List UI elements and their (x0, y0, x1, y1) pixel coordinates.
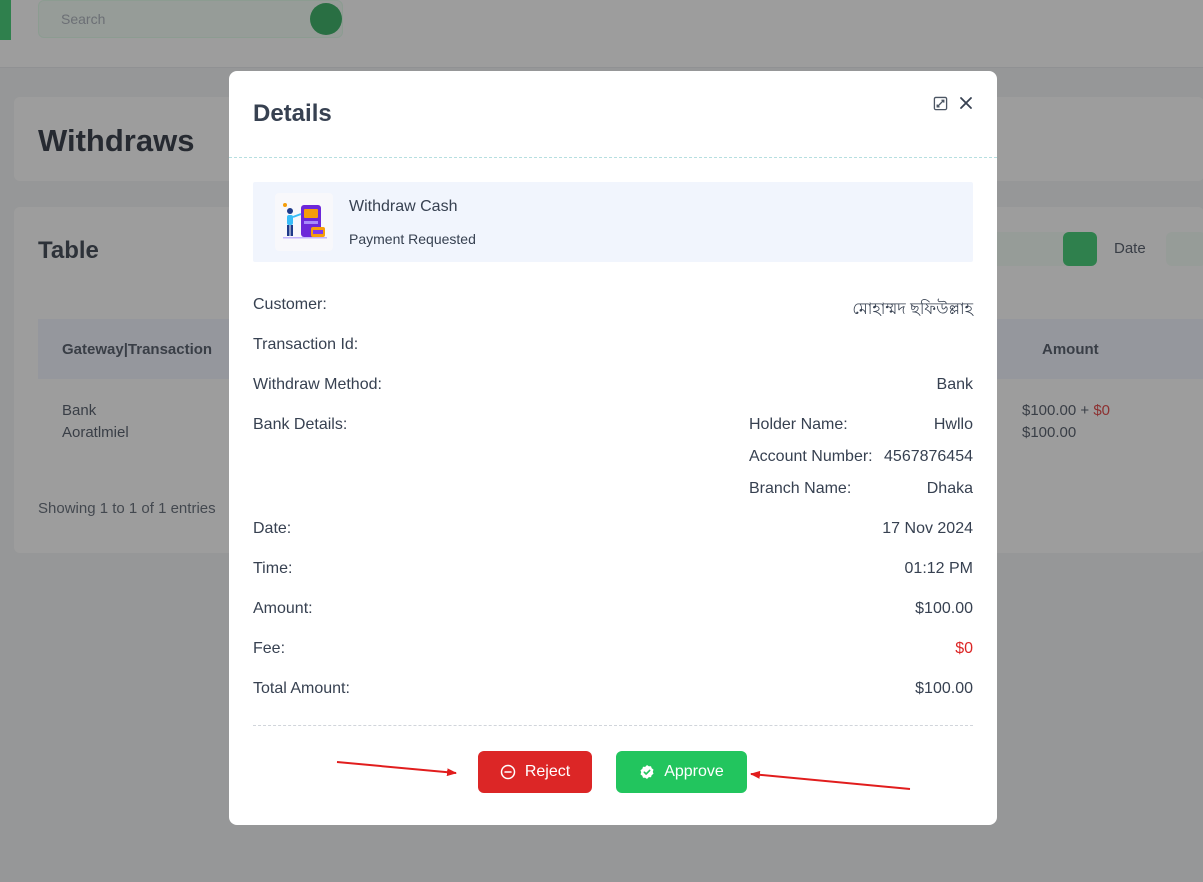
time-value: 01:12 PM (904, 560, 973, 577)
approve-button[interactable]: Approve (616, 751, 747, 793)
amount-label: Amount: (253, 600, 313, 617)
branch-value: Dhaka (926, 480, 973, 497)
total-label: Total Amount: (253, 680, 350, 697)
approve-label: Approve (664, 763, 724, 780)
holder-value: Hwllo (933, 416, 973, 433)
minus-circle-icon (500, 764, 516, 780)
holder-label: Holder Name: (749, 416, 848, 433)
reject-label: Reject (524, 763, 571, 780)
time-label: Time: (253, 560, 293, 577)
check-badge-icon (639, 764, 655, 780)
summary-status: Payment Requested (349, 231, 476, 247)
details-modal: Details Withdraw Cash Payment Requested … (229, 71, 997, 825)
modal-title: Details (253, 100, 332, 127)
fee-row: Fee: $0 (253, 640, 973, 664)
close-icon[interactable] (957, 94, 975, 112)
date-row: Date: 17 Nov 2024 (253, 520, 973, 544)
bank-details-row: Bank Details: Holder Name: Hwllo Account… (253, 416, 973, 506)
customer-label: Customer: (253, 296, 327, 313)
total-value: $100.00 (915, 680, 973, 697)
time-row: Time: 01:12 PM (253, 560, 973, 584)
expand-icon[interactable] (931, 94, 949, 112)
fee-value: $0 (955, 640, 973, 657)
date-label: Date: (253, 520, 292, 537)
amount-value: $100.00 (915, 600, 973, 617)
branch-label: Branch Name: (749, 480, 852, 497)
amount-row: Amount: $100.00 (253, 600, 973, 624)
date-value: 17 Nov 2024 (882, 520, 973, 537)
account-value: 4567876454 (884, 448, 973, 465)
withdraw-illustration-icon (275, 193, 333, 251)
reject-button[interactable]: Reject (478, 751, 592, 793)
modal-header: Details (229, 71, 997, 158)
bank-details-label: Bank Details: (253, 416, 348, 433)
customer-value: মোহাম্মদ ছফিউল্লাহ (852, 301, 973, 318)
method-row: Withdraw Method: Bank (253, 376, 973, 400)
method-label: Withdraw Method: (253, 376, 382, 393)
transaction-summary: Withdraw Cash Payment Requested (253, 182, 973, 262)
divider (253, 725, 973, 726)
account-label: Account Number: (749, 448, 873, 465)
fee-label: Fee: (253, 640, 286, 657)
transaction-row: Transaction Id: (253, 336, 973, 360)
customer-row: Customer: মোহাম্মদ ছফিউল্লাহ (253, 296, 973, 320)
total-row: Total Amount: $100.00 (253, 680, 973, 704)
summary-title: Withdraw Cash (349, 198, 458, 215)
method-value: Bank (936, 376, 973, 393)
transaction-label: Transaction Id: (253, 336, 359, 353)
